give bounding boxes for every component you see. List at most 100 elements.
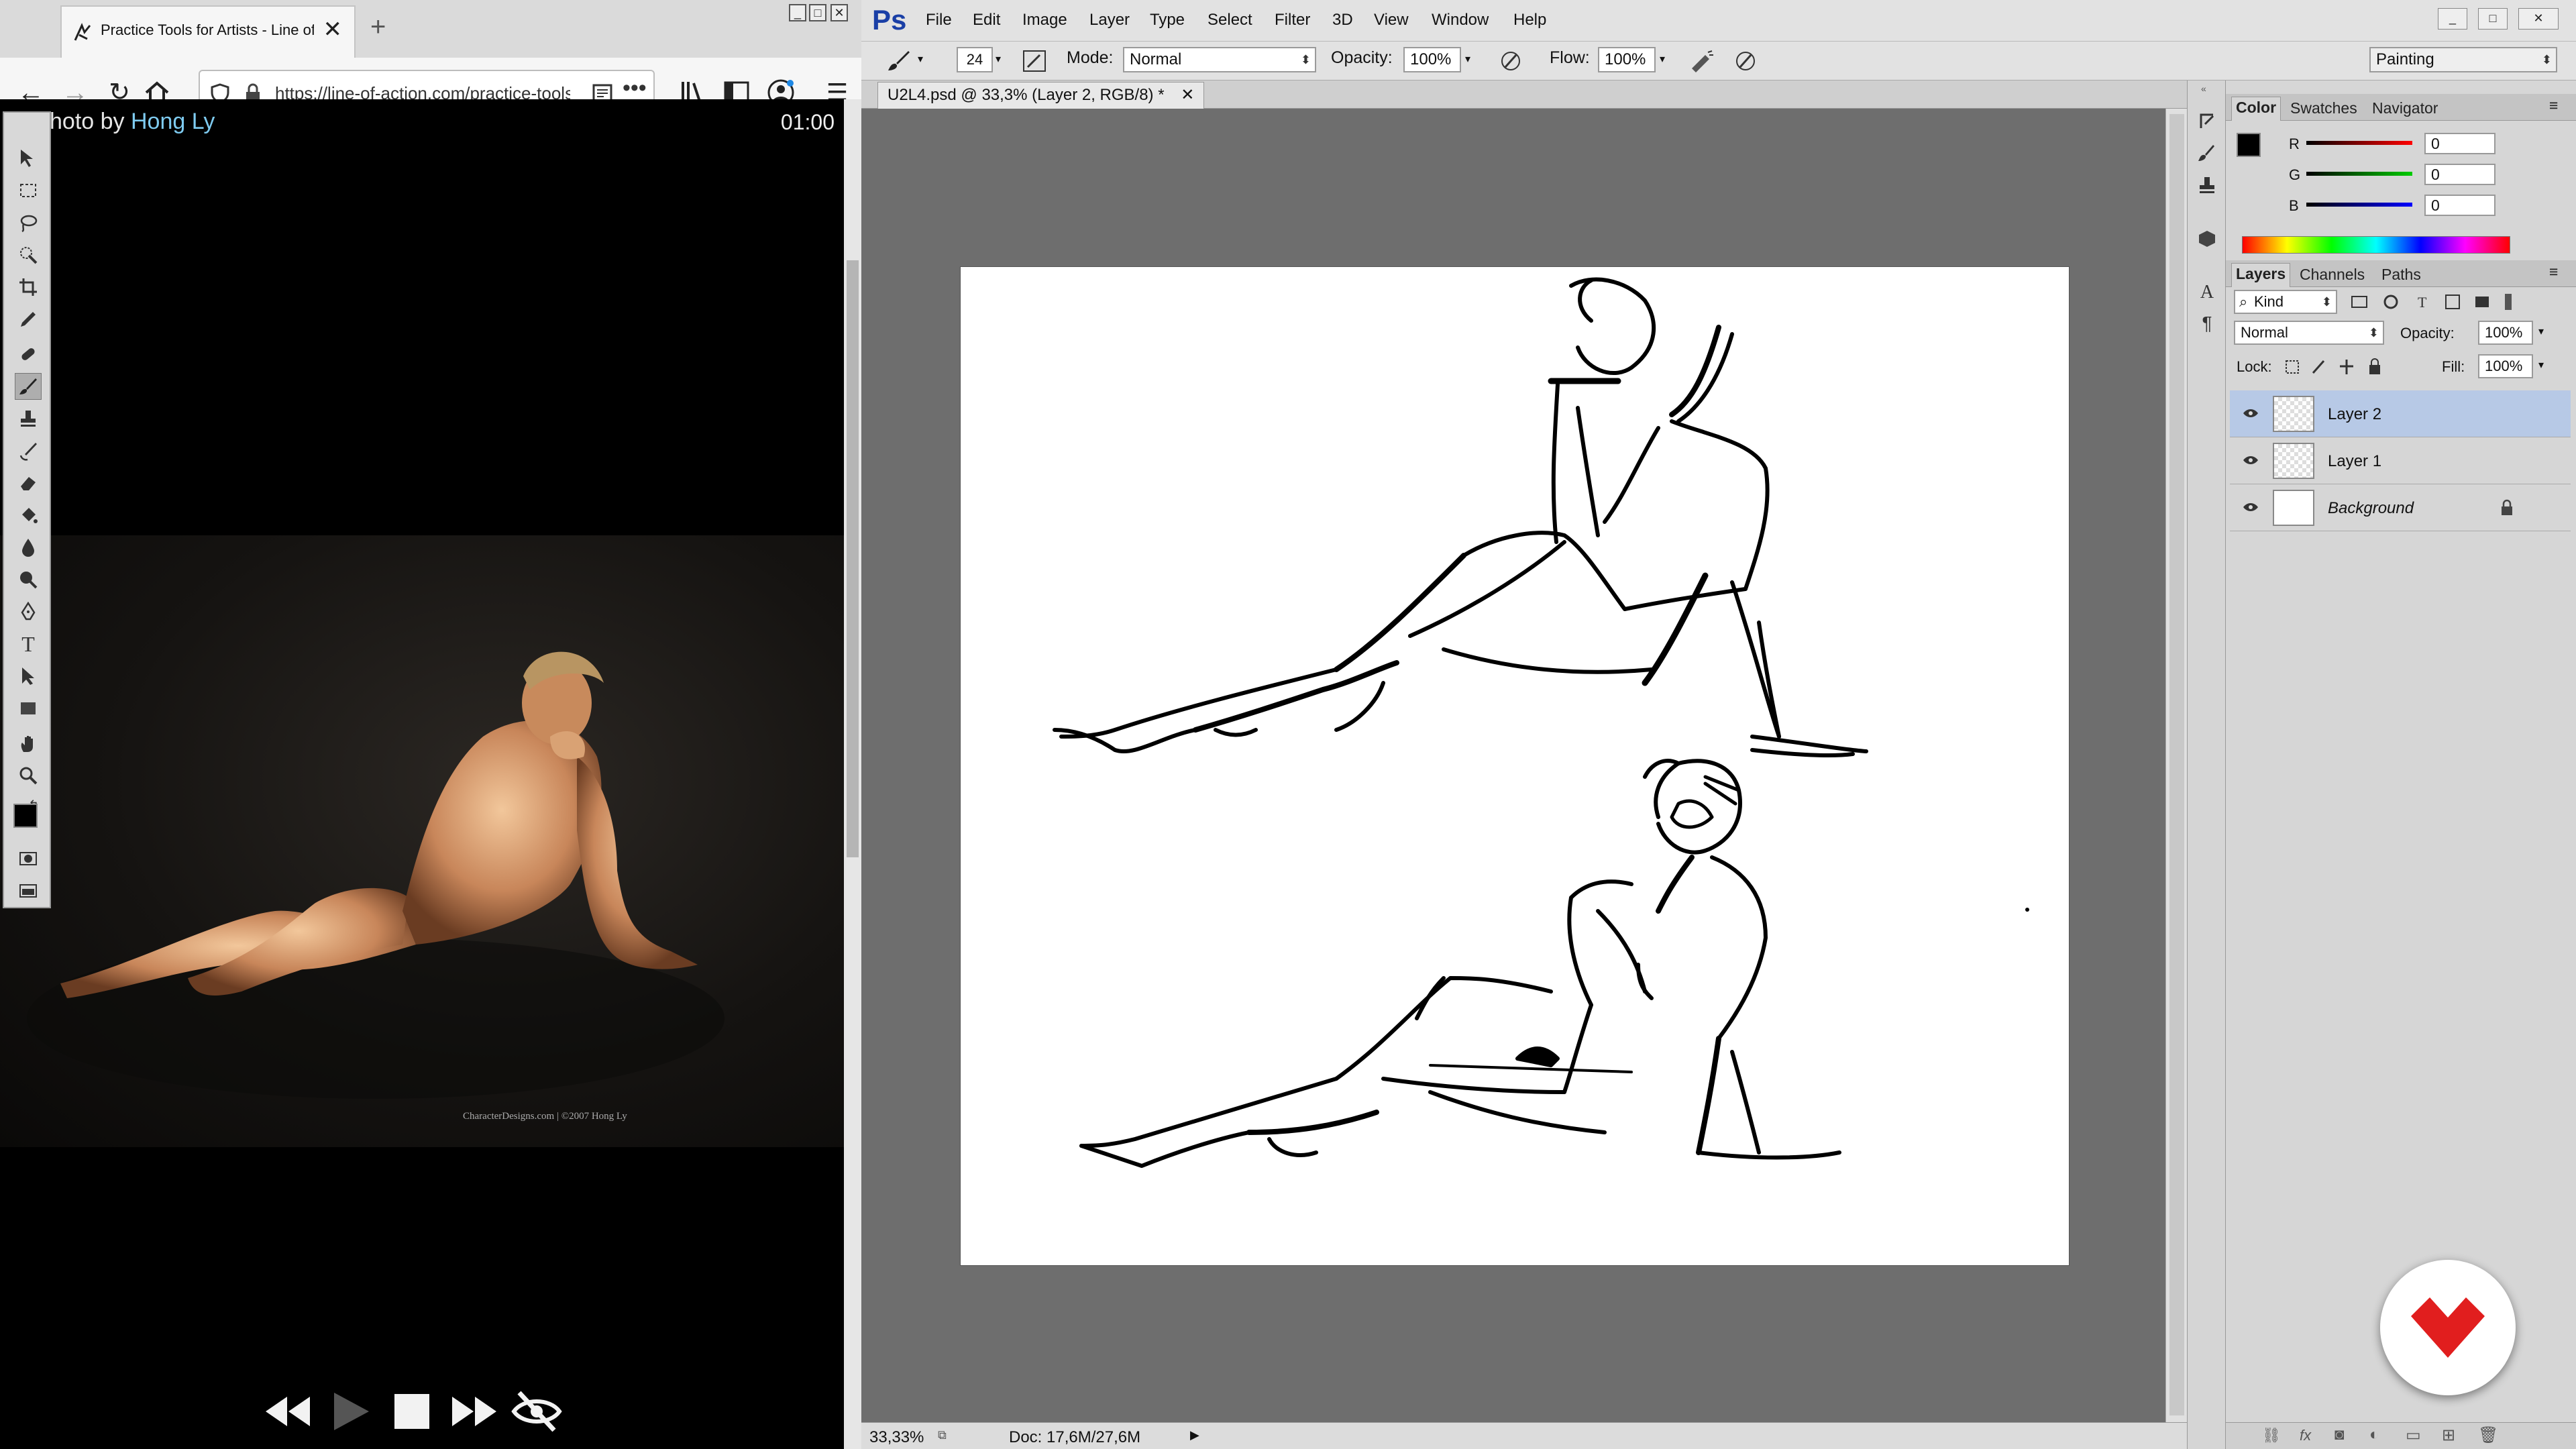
pressure-opacity-icon[interactable] bbox=[1499, 50, 1523, 72]
brush-presets-panel-icon[interactable] bbox=[2196, 142, 2218, 164]
mode-select[interactable]: Normal ⬍ bbox=[1123, 47, 1316, 72]
clone-stamp-tool-icon[interactable] bbox=[15, 405, 42, 432]
channel-b-value[interactable]: 0 bbox=[2424, 195, 2496, 216]
previous-icon[interactable] bbox=[262, 1385, 315, 1438]
tab-swatches[interactable]: Swatches bbox=[2286, 98, 2361, 119]
clone-source-panel-icon[interactable] bbox=[2196, 174, 2218, 196]
marquee-tool-icon[interactable] bbox=[15, 177, 42, 204]
maximize-window-icon[interactable]: □ bbox=[809, 4, 826, 21]
layer-style-icon[interactable]: fx bbox=[2300, 1427, 2311, 1444]
layer-blend-mode-select[interactable]: Normal ⬍ bbox=[2234, 321, 2384, 345]
channel-g-value[interactable]: 0 bbox=[2424, 164, 2496, 185]
tab-navigator[interactable]: Navigator bbox=[2368, 98, 2442, 119]
canvas-vertical-scrollbar[interactable] bbox=[2165, 109, 2187, 1422]
delete-layer-icon[interactable]: 🗑 bbox=[2478, 1426, 2498, 1445]
history-brush-tool-icon[interactable] bbox=[15, 437, 42, 464]
brush-preset-dropdown-icon[interactable]: ▾ bbox=[918, 52, 923, 66]
photographer-link[interactable]: Hong Ly bbox=[131, 109, 215, 134]
canvas-scroll-thumb[interactable] bbox=[2169, 114, 2184, 1415]
new-tab-icon[interactable]: + bbox=[370, 12, 386, 42]
menu-select[interactable]: Select bbox=[1208, 11, 1252, 30]
menu-window[interactable]: Window bbox=[1432, 11, 1489, 30]
menu-help[interactable]: Help bbox=[1513, 11, 1546, 30]
play-icon[interactable] bbox=[323, 1385, 377, 1438]
hide-image-icon[interactable] bbox=[510, 1385, 564, 1438]
crop-tool-icon[interactable] bbox=[15, 274, 42, 301]
channel-r-slider[interactable] bbox=[2306, 141, 2412, 145]
adjustment-layer-icon[interactable]: ◐ bbox=[2369, 1426, 2379, 1444]
quick-selection-tool-icon[interactable] bbox=[15, 241, 42, 268]
new-layer-icon[interactable]: ⊞ bbox=[2442, 1426, 2455, 1445]
lock-options-icons[interactable] bbox=[2282, 356, 2396, 377]
history-panel-icon[interactable] bbox=[2196, 110, 2218, 131]
menu-3d[interactable]: 3D bbox=[1332, 11, 1353, 30]
canvas-area[interactable] bbox=[861, 109, 2165, 1422]
browser-tab[interactable]: Practice Tools for Artists - Line of Act… bbox=[60, 5, 356, 58]
layer-name[interactable]: Layer 1 bbox=[2328, 452, 2381, 471]
hand-tool-icon[interactable] bbox=[15, 730, 42, 757]
layer-fill-dropdown-icon[interactable]: ▾ bbox=[2538, 358, 2544, 372]
zoom-level[interactable]: 33,33% bbox=[869, 1428, 924, 1447]
more-dots-icon[interactable]: ••• bbox=[623, 75, 647, 101]
layer-fill-field[interactable]: 100% bbox=[2478, 354, 2533, 378]
dock-collapse-icon[interactable]: « bbox=[2201, 83, 2206, 94]
layer-opacity-field[interactable]: 100% bbox=[2478, 321, 2533, 345]
menu-type[interactable]: Type bbox=[1150, 11, 1185, 30]
stop-icon[interactable] bbox=[385, 1385, 439, 1438]
layer-opacity-dropdown-icon[interactable]: ▾ bbox=[2538, 325, 2544, 338]
document-canvas[interactable] bbox=[961, 267, 2069, 1265]
browser-scroll-thumb[interactable] bbox=[847, 260, 859, 857]
color-panel-foreground-swatch[interactable] bbox=[2237, 133, 2261, 157]
menu-filter[interactable]: Filter bbox=[1275, 11, 1310, 30]
brush-panel-toggle-icon[interactable] bbox=[1022, 50, 1046, 72]
menu-image[interactable]: Image bbox=[1022, 11, 1067, 30]
opacity-dropdown-icon[interactable]: ▾ bbox=[1465, 52, 1470, 66]
ps-minimize-icon[interactable]: _ bbox=[2438, 8, 2467, 30]
move-tool-icon[interactable] bbox=[15, 145, 42, 172]
opacity-field[interactable]: 100% bbox=[1403, 47, 1461, 72]
zoom-tool-icon[interactable] bbox=[15, 762, 42, 789]
browser-scrollbar[interactable] bbox=[844, 99, 861, 1449]
layer-filter-select[interactable]: ⌕ Kind ⬍ bbox=[2234, 290, 2337, 314]
eraser-tool-icon[interactable] bbox=[15, 470, 42, 496]
link-layers-icon[interactable]: ⛓ bbox=[2262, 1427, 2281, 1444]
layer-filter-icons[interactable]: T bbox=[2347, 291, 2548, 313]
color-spectrum-ramp[interactable] bbox=[2242, 236, 2510, 254]
character-panel-icon[interactable]: A bbox=[2196, 282, 2218, 303]
layer-row-background[interactable]: Background bbox=[2230, 484, 2571, 531]
brush-tool-icon[interactable] bbox=[15, 373, 42, 400]
paint-bucket-tool-icon[interactable] bbox=[15, 502, 42, 529]
color-panel-menu-icon[interactable]: ≡ bbox=[2545, 95, 2562, 116]
lasso-tool-icon[interactable] bbox=[15, 209, 42, 236]
tab-close-icon[interactable]: ✕ bbox=[323, 16, 343, 43]
gesture-sketches[interactable] bbox=[961, 267, 2069, 1265]
quick-mask-icon[interactable] bbox=[15, 845, 42, 872]
paragraph-panel-icon[interactable]: ¶ bbox=[2196, 313, 2218, 334]
status-options-icon[interactable]: ⧉ bbox=[938, 1428, 947, 1442]
ps-close-icon[interactable]: ✕ bbox=[2518, 8, 2559, 30]
channel-b-slider[interactable] bbox=[2306, 203, 2412, 207]
brush-preset-icon[interactable] bbox=[885, 48, 912, 72]
document-tab[interactable]: U2L4.psd @ 33,3% (Layer 2, RGB/8) * ✕ bbox=[877, 82, 1205, 109]
workspace-select[interactable]: Painting ⬍ bbox=[2369, 47, 2557, 72]
tab-color[interactable]: Color bbox=[2231, 97, 2282, 121]
menu-edit[interactable]: Edit bbox=[973, 11, 1000, 30]
visibility-eye-icon[interactable] bbox=[2242, 407, 2259, 420]
tab-paths[interactable]: Paths bbox=[2377, 264, 2425, 285]
pressure-size-icon[interactable] bbox=[1733, 50, 1758, 72]
menu-layer[interactable]: Layer bbox=[1089, 11, 1130, 30]
healing-brush-tool-icon[interactable] bbox=[15, 341, 42, 368]
path-selection-tool-icon[interactable] bbox=[15, 663, 42, 690]
visibility-eye-icon[interactable] bbox=[2242, 453, 2259, 467]
menu-view[interactable]: View bbox=[1374, 11, 1409, 30]
channel-r-value[interactable]: 0 bbox=[2424, 133, 2496, 154]
layer-name[interactable]: Background bbox=[2328, 499, 2414, 518]
flow-field[interactable]: 100% bbox=[1598, 47, 1656, 72]
eyedropper-tool-icon[interactable] bbox=[15, 306, 42, 333]
ps-maximize-icon[interactable]: □ bbox=[2478, 8, 2508, 30]
dodge-tool-icon[interactable] bbox=[15, 566, 42, 593]
layers-panel-menu-icon[interactable]: ≡ bbox=[2545, 262, 2562, 282]
new-group-icon[interactable]: ▭ bbox=[2406, 1426, 2421, 1445]
close-window-icon[interactable]: ✕ bbox=[830, 4, 848, 21]
brush-size-box[interactable]: 24 bbox=[957, 47, 993, 72]
